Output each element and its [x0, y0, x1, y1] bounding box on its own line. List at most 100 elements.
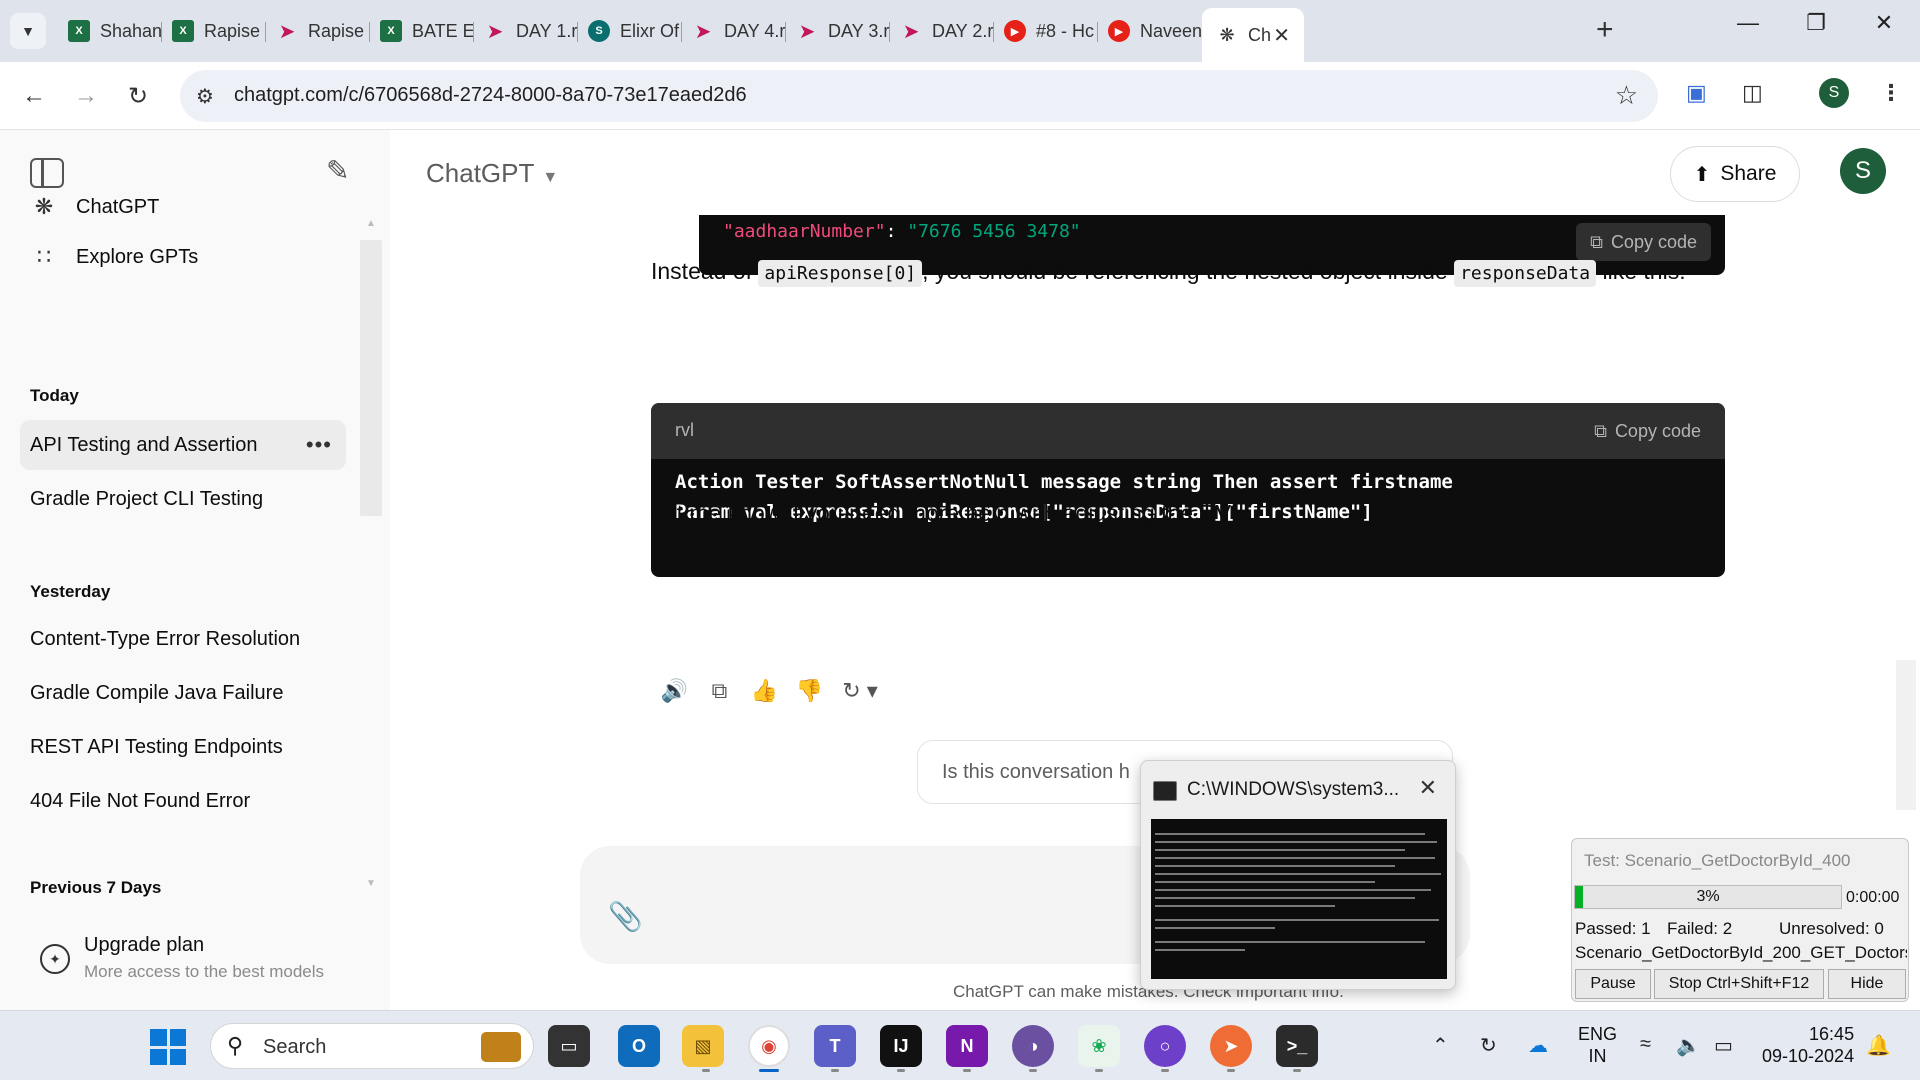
input-language-indicator[interactable]: ENG IN	[1578, 1023, 1617, 1067]
battery-icon[interactable]: ▭	[1714, 1033, 1733, 1058]
browser-tab[interactable]: ➤ Rapise	[266, 12, 370, 50]
new-tab-button[interactable]: +	[1596, 14, 1614, 46]
taskbar-search[interactable]: ⚲ Search	[210, 1023, 534, 1069]
section-heading-previous-7-days: Previous 7 Days	[30, 878, 162, 897]
start-tile	[169, 1048, 186, 1065]
terminal-text-line	[1155, 841, 1437, 843]
stop-button[interactable]: Stop Ctrl+Shift+F12	[1654, 969, 1824, 999]
close-icon[interactable]: ✕	[1273, 23, 1290, 48]
terminal-text-line	[1155, 873, 1441, 875]
github-desktop-icon[interactable]: ○	[1144, 1025, 1186, 1067]
regenerate-icon[interactable]: ↻ ▾	[832, 678, 888, 704]
postman-icon[interactable]: ➤	[1210, 1025, 1252, 1067]
browser-tab[interactable]: ▶ Naveen	[1098, 12, 1202, 50]
chat-history-item[interactable]: Content-Type Error Resolution	[20, 614, 346, 664]
browser-tab[interactable]: ➤ DAY 1.r	[474, 12, 578, 50]
back-button[interactable]: ←	[16, 78, 52, 114]
task-view-icon[interactable]: ▭	[548, 1025, 590, 1067]
chat-history-item[interactable]: REST API Testing Endpoints	[20, 722, 346, 772]
outlook-icon[interactable]: O	[618, 1025, 660, 1067]
scroll-up-arrow-icon[interactable]: ▲	[366, 218, 376, 229]
intellij-icon[interactable]: IJ	[880, 1025, 922, 1067]
sidebar-scrollbar[interactable]	[360, 240, 382, 516]
share-button[interactable]: ⬆ Share	[1670, 146, 1800, 202]
teams-icon[interactable]: T	[814, 1025, 856, 1067]
volume-icon[interactable]: 🔈	[1676, 1033, 1701, 1058]
eclipse-icon[interactable]: ◑	[1012, 1025, 1054, 1067]
chat-history-item[interactable]: 404 File Not Found Error	[20, 776, 346, 826]
chat-history-item[interactable]: API Testing and Assertion •••	[20, 420, 346, 470]
running-indicator	[1227, 1069, 1235, 1072]
running-indicator	[702, 1069, 710, 1072]
browser-tab[interactable]: ▶ #8 - Hc	[994, 12, 1098, 50]
site-info-icon[interactable]: ⚙	[196, 84, 214, 109]
running-indicator	[1095, 1069, 1103, 1072]
tab-label: Shahan	[100, 20, 162, 41]
youtube-icon: ▶	[1108, 20, 1130, 42]
copy-icon[interactable]: ⧉	[697, 678, 742, 704]
code-language-label: rvl	[675, 420, 694, 440]
command-prompt-icon[interactable]: >_	[1276, 1025, 1318, 1067]
bookmark-star-icon[interactable]: ☆	[1615, 80, 1638, 111]
system-clock[interactable]: 16:45 09-10-2024	[1762, 1023, 1854, 1067]
region-code: IN	[1588, 1046, 1607, 1066]
onenote-icon[interactable]: N	[946, 1025, 988, 1067]
user-avatar[interactable]: S	[1840, 148, 1886, 194]
address-bar[interactable]: ⚙ chatgpt.com/c/6706568d-2724-8000-8a70-…	[180, 70, 1658, 122]
window-close-button[interactable]: ✕	[1864, 10, 1904, 36]
progress-bar: 3%	[1574, 885, 1842, 909]
chrome-icon[interactable]: ◉	[748, 1025, 790, 1067]
show-hidden-icons-chevron-icon[interactable]: ⌃	[1432, 1033, 1449, 1058]
more-options-icon[interactable]: •••	[306, 432, 332, 458]
hide-button[interactable]: Hide	[1828, 969, 1906, 999]
browser-tab[interactable]: ➤ DAY 3.r	[786, 12, 890, 50]
thumbs-up-icon[interactable]: 👍	[742, 678, 787, 704]
read-aloud-icon[interactable]: 🔊	[652, 678, 697, 704]
notification-bell-icon[interactable]: 🔔	[1866, 1033, 1891, 1058]
sync-icon[interactable]: ↻	[1480, 1033, 1497, 1058]
chat-history-item[interactable]: Gradle Project CLI Testing	[20, 474, 346, 524]
menu-kebab-icon[interactable]: ⋮	[1880, 80, 1902, 106]
browser-tab[interactable]: X Rapise	[162, 12, 266, 50]
attach-paperclip-icon[interactable]: 📎	[608, 900, 643, 933]
restore-button[interactable]: ❐	[1796, 10, 1836, 36]
browser-tab[interactable]: ➤ DAY 4.r	[682, 12, 786, 50]
close-icon[interactable]: ✕	[1419, 775, 1437, 801]
excel-icon: X	[172, 20, 194, 42]
browser-tab[interactable]: ➤ DAY 2.r	[890, 12, 994, 50]
file-explorer-icon[interactable]: ▧	[682, 1025, 724, 1067]
thumbs-down-icon[interactable]: 👎	[787, 678, 832, 704]
main-scrollbar[interactable]	[1896, 660, 1916, 810]
browser-tab-strip: ▼ X Shahan X Rapise ➤ Rapise X BATE E ➤ DAY 1…	[0, 0, 1920, 62]
windows-start-button[interactable]	[150, 1029, 186, 1065]
sidebar-item-explore-gpts[interactable]: ∷ Explore GPTs	[20, 232, 346, 282]
hide-label: Hide	[1850, 975, 1884, 992]
extensions-puzzle-icon[interactable]: ◫	[1742, 80, 1763, 106]
reload-button[interactable]: ↻	[120, 78, 156, 114]
forward-button[interactable]: →	[68, 78, 104, 114]
tab-search-button[interactable]: ▼	[10, 13, 46, 49]
browser-tab-active[interactable]: ❋ Ch ✕	[1202, 8, 1304, 62]
browser-profile-avatar[interactable]: S	[1819, 78, 1849, 108]
model-selector[interactable]: ChatGPT ▼	[426, 158, 558, 189]
taskbar-window-preview[interactable]: C:\WINDOWS\system3... ✕	[1140, 760, 1456, 990]
browser-tab[interactable]: X Shahan	[58, 12, 162, 50]
test-title: Test: Scenario_GetDoctorById_400	[1584, 851, 1851, 870]
browser-tab[interactable]: S Elixr Of	[578, 12, 682, 50]
copy-code-button[interactable]: ⧉ Copy code	[1580, 412, 1715, 450]
progress-label: 3%	[1696, 888, 1720, 905]
pause-button[interactable]: Pause	[1575, 969, 1651, 999]
assistant-paragraph: Instead of apiResponse[0], you should be…	[651, 250, 1731, 295]
browser-tab[interactable]: X BATE E	[370, 12, 474, 50]
minimize-button[interactable]: —	[1728, 10, 1768, 36]
terminal-thumbnail[interactable]	[1151, 819, 1447, 979]
scroll-down-arrow-icon[interactable]: ▼	[366, 878, 376, 889]
mongodb-icon[interactable]: ❀	[1078, 1025, 1120, 1067]
wifi-icon[interactable]: ≈	[1640, 1033, 1651, 1056]
share-label: Share	[1720, 162, 1777, 185]
extension-icon[interactable]: ▣	[1686, 80, 1707, 106]
sidebar-item-chatgpt[interactable]: ❋ ChatGPT	[20, 182, 346, 232]
chat-history-item[interactable]: Gradle Compile Java Failure	[20, 668, 346, 718]
onedrive-cloud-icon[interactable]: ☁	[1528, 1033, 1548, 1058]
inline-code: responseData	[1454, 260, 1597, 287]
